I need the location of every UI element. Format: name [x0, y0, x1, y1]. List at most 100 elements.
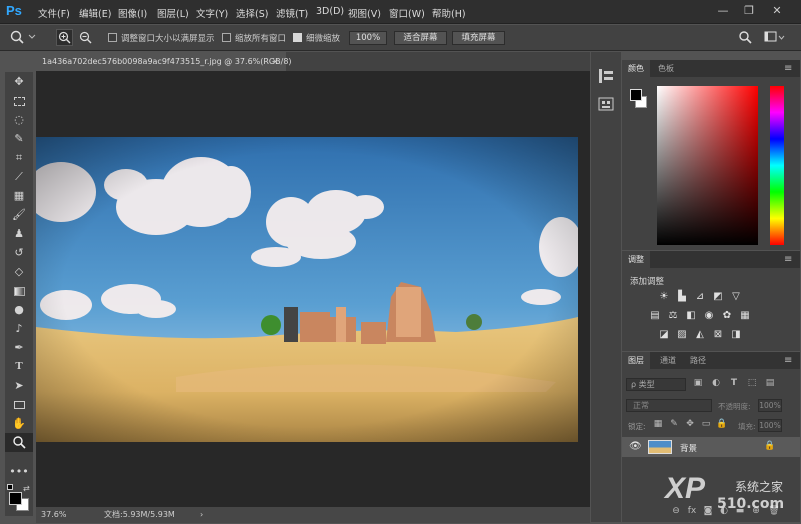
menu-type[interactable]: 文字(Y) [196, 6, 228, 20]
clone-stamp-tool[interactable]: ♟ [5, 224, 33, 243]
healing-brush-tool[interactable]: ▦ [5, 186, 33, 205]
brightness-icon[interactable]: ☀ [658, 291, 670, 302]
tool-preset-picker[interactable] [8, 29, 36, 45]
dodge-tool[interactable]: ♪ [5, 319, 33, 338]
zoom-level[interactable]: 37.6% [41, 507, 66, 523]
crop-tool[interactable]: ⌗ [5, 148, 33, 167]
menu-help[interactable]: 帮助(H) [432, 6, 466, 20]
zoom-tool[interactable] [5, 433, 33, 452]
vibrance-icon[interactable]: ▽ [730, 291, 742, 302]
lock-image-icon[interactable]: ✎ [668, 419, 680, 433]
tab-color[interactable]: 颜色 [622, 60, 650, 77]
filter-pixel-icon[interactable]: ▣ [692, 378, 704, 392]
filter-adjustment-icon[interactable]: ◐ [710, 378, 722, 392]
type-tool[interactable]: T [5, 357, 33, 376]
hue-saturation-icon[interactable]: ▤ [649, 310, 661, 321]
move-tool[interactable]: ✥ [5, 72, 33, 91]
workspace-switcher[interactable] [764, 30, 786, 44]
swap-colors-icon[interactable]: ⇄ [23, 484, 30, 493]
exposure-icon[interactable]: ◩ [712, 291, 724, 302]
fill-field[interactable]: 100% [758, 419, 782, 432]
menu-edit[interactable]: 编辑(E) [79, 6, 111, 20]
resize-windows-checkbox[interactable] [108, 33, 117, 42]
hand-tool[interactable]: ✋ [5, 414, 33, 433]
menu-3d[interactable]: 3D(D) [316, 6, 344, 17]
panel-menu-icon[interactable]: ≡ [784, 254, 792, 265]
document-close-button[interactable]: × [272, 52, 279, 71]
zoom-value-field[interactable]: 100% [349, 31, 387, 45]
color-swatches[interactable]: ⇄ [7, 484, 31, 514]
curves-icon[interactable]: ⊿ [694, 291, 706, 302]
scrubby-zoom-checkbox[interactable] [293, 33, 302, 42]
threshold-icon[interactable]: ◭ [694, 329, 706, 340]
opacity-field[interactable]: 100% [758, 399, 782, 412]
zoom-all-checkbox[interactable] [222, 33, 231, 42]
menu-file[interactable]: 文件(F) [38, 6, 70, 20]
layer-filter-select[interactable]: ρ 类型 [626, 378, 686, 391]
black-white-icon[interactable]: ◧ [685, 310, 697, 321]
minimize-button[interactable]: — [716, 4, 730, 18]
menu-filter[interactable]: 滤镜(T) [276, 6, 308, 20]
fill-screen-button[interactable]: 填充屏幕 [452, 31, 505, 45]
menu-image[interactable]: 图像(I) [118, 6, 147, 20]
menu-layer[interactable]: 图层(L) [157, 6, 189, 20]
invert-icon[interactable]: ◪ [658, 329, 670, 340]
status-menu-arrow[interactable]: › [200, 507, 203, 523]
filter-shape-icon[interactable]: ⬚ [746, 378, 758, 392]
eyedropper-tool[interactable]: ⟋ [5, 167, 33, 186]
lock-position-icon[interactable]: ✥ [684, 419, 696, 433]
eraser-tool[interactable]: ◇ [5, 262, 33, 281]
lock-transparent-icon[interactable]: ▦ [652, 419, 664, 433]
tab-adjustments[interactable]: 调整 [622, 251, 650, 268]
tab-paths[interactable]: 路径 [684, 352, 712, 369]
zoom-out-button[interactable] [78, 30, 94, 46]
levels-icon[interactable]: ▙ [676, 291, 688, 302]
filter-smart-object-icon[interactable]: ▤ [764, 378, 776, 392]
layer-name[interactable]: 背景 [680, 442, 697, 454]
panel-menu-icon[interactable]: ≡ [784, 63, 792, 74]
gradient-map-icon[interactable]: ◨ [730, 329, 742, 340]
hue-slider[interactable] [770, 86, 784, 245]
canvas-area[interactable] [36, 71, 590, 507]
blend-mode-select[interactable]: 正常 [626, 399, 712, 412]
selective-color-icon[interactable]: ⊠ [712, 329, 724, 340]
history-brush-tool[interactable]: ↺ [5, 243, 33, 262]
posterize-icon[interactable]: ▨ [676, 329, 688, 340]
edit-toolbar-button[interactable]: ••• [5, 462, 33, 481]
document-tab[interactable]: 1a436a702dec576b0098a9ac9f473515_r.jpg @… [36, 52, 292, 71]
fit-screen-button[interactable]: 适合屏幕 [394, 31, 447, 45]
tab-channels[interactable]: 通道 [654, 352, 682, 369]
panel-menu-icon[interactable]: ≡ [784, 355, 792, 366]
menu-select[interactable]: 选择(S) [236, 6, 268, 20]
zoom-in-button[interactable] [56, 29, 73, 46]
close-button[interactable]: ✕ [770, 4, 784, 18]
document-image[interactable] [36, 137, 578, 442]
panel-foreground-swatch[interactable] [630, 89, 642, 101]
lasso-tool[interactable]: ◌ [5, 110, 33, 129]
eye-icon[interactable]: 👁 [629, 441, 642, 452]
color-field[interactable] [657, 86, 758, 245]
search-button[interactable] [738, 30, 752, 44]
lock-artboard-icon[interactable]: ▭ [700, 419, 712, 433]
path-select-tool[interactable]: ➤ [5, 376, 33, 395]
rectangle-tool[interactable] [5, 395, 33, 414]
color-lookup-icon[interactable]: ▦ [739, 310, 751, 321]
pen-tool[interactable]: ✒ [5, 338, 33, 357]
lock-all-icon[interactable]: 🔒 [716, 419, 728, 433]
default-colors-icon[interactable] [7, 484, 13, 490]
filter-type-icon[interactable]: T [728, 378, 740, 392]
history-panel-button[interactable] [595, 66, 617, 86]
marquee-tool[interactable] [5, 91, 33, 110]
foreground-color-swatch[interactable] [9, 492, 22, 505]
quick-select-tool[interactable]: ✎ [5, 129, 33, 148]
tab-layers[interactable]: 图层 [622, 352, 650, 369]
gradient-tool[interactable] [5, 281, 33, 300]
channel-mixer-icon[interactable]: ✿ [721, 310, 733, 321]
layer-row-background[interactable]: 👁 背景 🔒 [622, 437, 800, 457]
menu-window[interactable]: 窗口(W) [389, 6, 425, 20]
color-balance-icon[interactable]: ⚖ [667, 310, 679, 321]
properties-panel-button[interactable] [595, 94, 617, 114]
restore-button[interactable]: ❐ [742, 4, 756, 18]
tab-swatches[interactable]: 色板 [652, 60, 680, 77]
photo-filter-icon[interactable]: ◉ [703, 310, 715, 321]
